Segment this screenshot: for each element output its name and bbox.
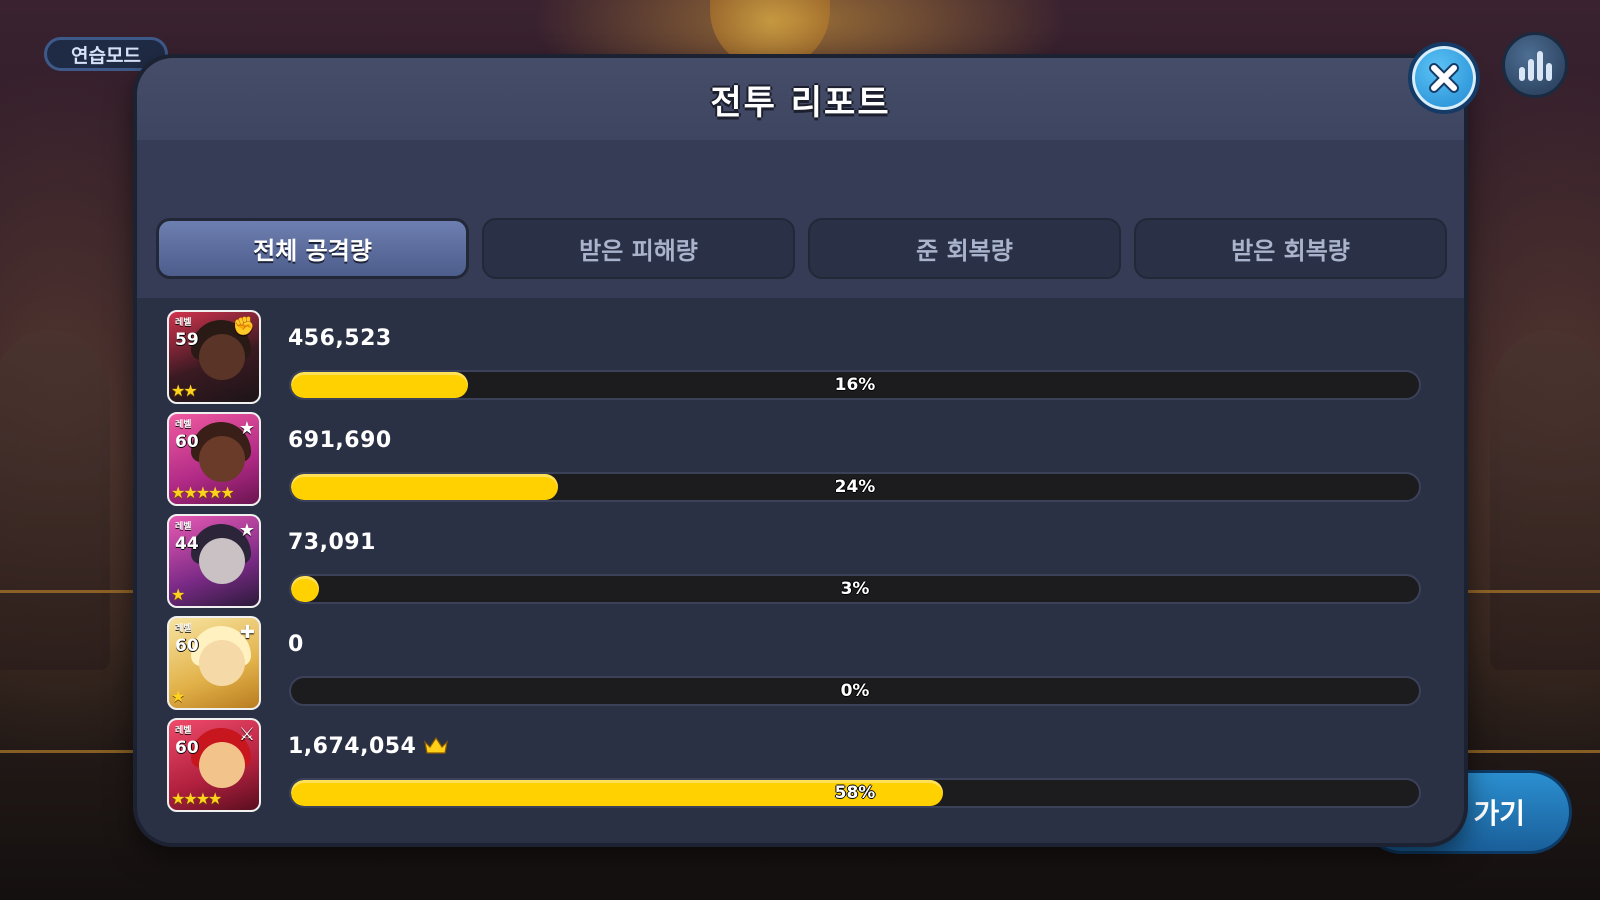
star-rating: ★ — [171, 687, 185, 706]
dialog-header: 전투 리포트 — [137, 58, 1464, 140]
damage-value: 1,674,054 — [288, 734, 417, 759]
damage-bar: 0% — [289, 676, 1421, 706]
star-icon: ★ — [238, 520, 255, 541]
star-rating: ★★ — [171, 381, 198, 400]
portrait-face — [199, 436, 245, 482]
portrait-face — [199, 538, 245, 584]
portrait-face — [199, 640, 245, 686]
tab-label: 전체 공격량 — [253, 237, 372, 265]
level-number: 60 — [175, 432, 199, 452]
cookie-portrait[interactable]: 레벨 60 ★ ★★★★★ — [167, 412, 261, 506]
fist-icon: ✊ — [232, 316, 255, 337]
tab-4[interactable]: 받은 회복량 — [1134, 218, 1447, 279]
star-rating: ★★★★★ — [171, 483, 235, 502]
damage-bar: 16% — [289, 370, 1421, 400]
damage-percent: 58% — [834, 783, 876, 803]
damage-value: 456,523 — [288, 326, 392, 351]
stats-button[interactable] — [1502, 32, 1568, 98]
close-icon — [1429, 63, 1459, 93]
star-rating: ★ — [171, 585, 185, 604]
damage-bar: 58% — [289, 778, 1421, 808]
damage-value: 73,091 — [288, 530, 376, 555]
background-pillar-right — [1490, 330, 1600, 670]
report-list: 레벨 59 ✊ ★★ 456,523 16% 레벨 60 ★ ★★★★★ 691,690 24% 레벨 4… — [137, 298, 1464, 843]
level-tag: 레벨 — [175, 420, 192, 430]
level-tag: 레벨 — [175, 624, 192, 634]
tab-3[interactable]: 준 회복량 — [808, 218, 1121, 279]
dialog-title: 전투 리포트 — [710, 82, 891, 123]
report-row: 레벨 60 ★ ★★★★★ 691,690 24% — [167, 412, 1427, 508]
damage-percent: 16% — [834, 375, 876, 395]
star-rating: ★★★★ — [171, 789, 222, 808]
level-number: 60 — [175, 738, 199, 758]
tab-2[interactable]: 받은 피해량 — [482, 218, 795, 279]
damage-percent: 0% — [840, 681, 870, 701]
sword-icon: ⚔ — [238, 724, 255, 745]
background-pillar-left — [0, 330, 110, 670]
tab-label: 준 회복량 — [916, 237, 1013, 265]
damage-value: 691,690 — [288, 428, 392, 453]
report-row: 레벨 59 ✊ ★★ 456,523 16% — [167, 310, 1427, 406]
level-number: 59 — [175, 330, 199, 350]
close-button[interactable] — [1408, 42, 1480, 114]
battle-report-dialog: 전투 리포트 전체 공격량 받은 피해량 준 회복량 받은 회복량 레벨 59 ✊ ★★ 45… — [137, 58, 1464, 843]
damage-percent: 3% — [840, 579, 870, 599]
tab-1[interactable]: 전체 공격량 — [156, 218, 469, 279]
level-number: 60 — [175, 636, 199, 656]
plus-icon: ✚ — [239, 622, 255, 643]
star-icon: ★ — [238, 418, 255, 439]
level-tag: 레벨 — [175, 726, 192, 736]
tab-label: 받은 회복량 — [1231, 237, 1350, 265]
damage-value: 0 — [288, 632, 304, 657]
bar-chart-icon — [1519, 51, 1552, 81]
report-row: 레벨 60 ✚ ★ 0 0% — [167, 616, 1427, 712]
cookie-portrait[interactable]: 레벨 44 ★ ★ — [167, 514, 261, 608]
cookie-portrait[interactable]: 레벨 59 ✊ ★★ — [167, 310, 261, 404]
level-number: 44 — [175, 534, 199, 554]
tab-bar: 전체 공격량 받은 피해량 준 회복량 받은 회복량 — [137, 140, 1464, 298]
level-tag: 레벨 — [175, 522, 192, 532]
crown-icon — [424, 736, 448, 754]
report-row: 레벨 44 ★ ★ 73,091 3% — [167, 514, 1427, 610]
report-row: 레벨 60 ⚔ ★★★★ 1,674,054 58% — [167, 718, 1427, 814]
level-tag: 레벨 — [175, 318, 192, 328]
damage-bar: 24% — [289, 472, 1421, 502]
cookie-portrait[interactable]: 레벨 60 ⚔ ★★★★ — [167, 718, 261, 812]
tab-label: 받은 피해량 — [579, 237, 698, 265]
damage-bar: 3% — [289, 574, 1421, 604]
portrait-face — [199, 334, 245, 380]
go-button-label: 가기 — [1473, 797, 1525, 830]
damage-percent: 24% — [834, 477, 876, 497]
tab-row: 전체 공격량 받은 피해량 준 회복량 받은 회복량 — [156, 218, 1447, 279]
cookie-portrait[interactable]: 레벨 60 ✚ ★ — [167, 616, 261, 710]
portrait-face — [199, 742, 245, 788]
